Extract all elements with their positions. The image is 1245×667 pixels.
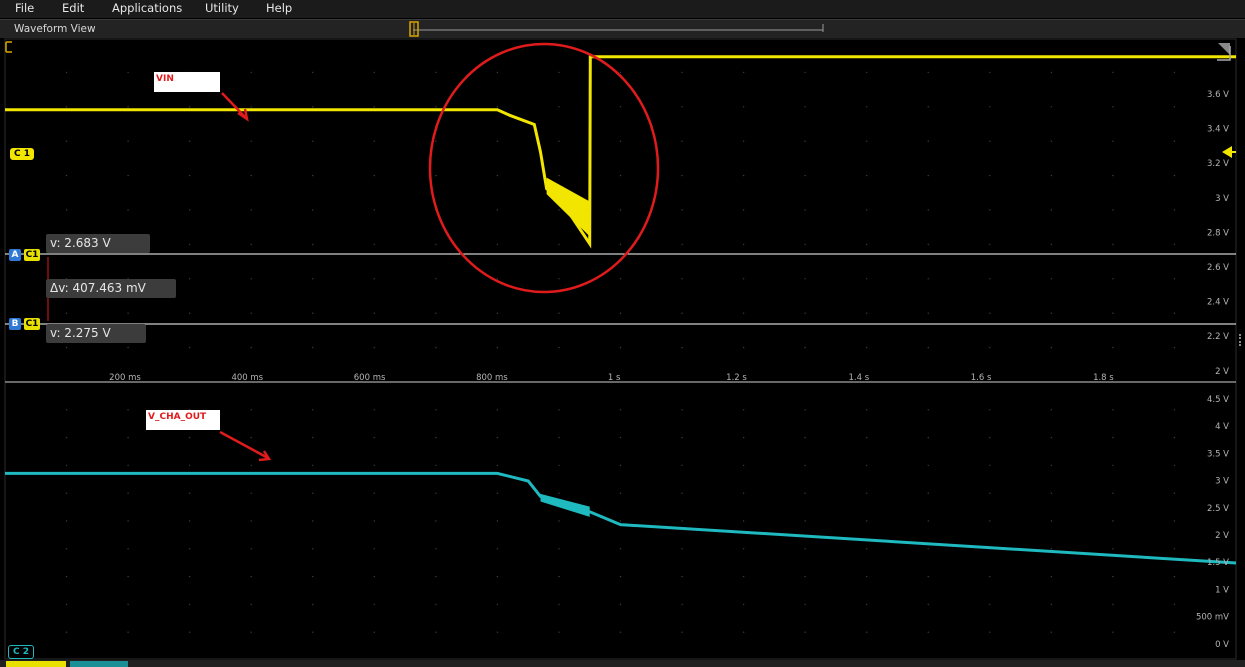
panel-resize-handle[interactable] xyxy=(1239,334,1244,346)
upper-voltage-tick-label: 2.4 V xyxy=(1207,298,1229,308)
vout-annotation: V_CHA_OUT xyxy=(146,410,220,430)
upper-voltage-tick-label: 3.4 V xyxy=(1207,125,1229,135)
lower-voltage-tick-label: 1.5 V xyxy=(1207,558,1229,568)
time-tick-label: 1.2 s xyxy=(726,373,747,383)
channel-1-label[interactable]: C 1 xyxy=(10,148,35,160)
lower-voltage-tick-label: 3.5 V xyxy=(1207,449,1229,459)
lower-voltage-tick-label: 0 V xyxy=(1215,640,1229,650)
time-tick-label: 600 ms xyxy=(354,373,386,383)
time-tick-label: 1 s xyxy=(608,373,621,383)
menu-applications[interactable]: Applications xyxy=(112,1,182,15)
time-tick-label: 400 ms xyxy=(231,373,263,383)
time-tick-label: 1.4 s xyxy=(848,373,869,383)
channel-2-tab[interactable] xyxy=(70,661,128,667)
cursor-a-readout: v: 2.683 V xyxy=(46,234,150,253)
lower-voltage-tick-label: 1 V xyxy=(1215,585,1229,595)
upper-voltage-ticks: 3.6 V 3.4 V 3.2 V 3 V 2.8 V 2.6 V 2.4 V 2.2 V 2 … xyxy=(1207,90,1229,377)
cursor-delta-readout: Δv: 407.463 mV xyxy=(46,279,176,298)
time-tick-label: 200 ms xyxy=(109,373,141,383)
lower-voltage-tick-label: 3 V xyxy=(1215,477,1229,487)
upper-voltage-tick-label: 2.8 V xyxy=(1207,228,1229,238)
menu-help[interactable]: Help xyxy=(266,1,292,15)
cursor-b-readout: v: 2.275 V xyxy=(46,324,146,343)
cursor-b-badge[interactable]: B xyxy=(9,318,21,330)
menu-utility[interactable]: Utility xyxy=(205,1,239,15)
upper-voltage-tick-label: 2.6 V xyxy=(1207,263,1229,273)
lower-voltage-tick-label: 2 V xyxy=(1215,531,1229,541)
menu-edit[interactable]: Edit xyxy=(62,1,84,15)
time-tick-label: 1.6 s xyxy=(971,373,992,383)
upper-voltage-tick-label: 3 V xyxy=(1215,194,1229,204)
time-tick-label: 800 ms xyxy=(476,373,508,383)
time-tick-label: 1.8 s xyxy=(1093,373,1114,383)
waveform-display[interactable]: 200 ms 400 ms 600 ms 800 ms 1 s 1.2 s 1.4 s 1.6… xyxy=(0,38,1245,660)
upper-voltage-tick-label: 2.2 V xyxy=(1207,332,1229,342)
vin-annotation: VIN xyxy=(154,72,220,92)
menu-bar: File Edit Applications Utility Help xyxy=(0,0,1245,18)
menu-file[interactable]: File xyxy=(15,1,34,15)
lower-voltage-tick-label: 500 mV xyxy=(1196,613,1229,623)
timeline-overview[interactable] xyxy=(405,20,830,39)
channel-2-label[interactable]: C 2 xyxy=(8,645,35,659)
lower-voltage-tick-label: 4.5 V xyxy=(1207,395,1229,405)
cursor-a-channel-badge: C1 xyxy=(24,249,40,261)
bottom-status-bar xyxy=(0,660,1245,667)
cursor-a-badge[interactable]: A xyxy=(9,249,21,261)
waveform-view-titlebar: Waveform View xyxy=(0,19,1245,39)
lower-voltage-tick-label: 4 V xyxy=(1215,422,1229,432)
lower-voltage-tick-label: 2.5 V xyxy=(1207,504,1229,514)
waveform-view-title: Waveform View xyxy=(14,23,96,35)
channel-1-tab[interactable] xyxy=(6,661,66,667)
upper-voltage-tick-label: 2 V xyxy=(1215,367,1229,377)
cursor-b-channel-badge: C1 xyxy=(24,318,40,330)
upper-voltage-tick-label: 3.6 V xyxy=(1207,90,1229,100)
upper-voltage-tick-label: 3.2 V xyxy=(1207,159,1229,169)
